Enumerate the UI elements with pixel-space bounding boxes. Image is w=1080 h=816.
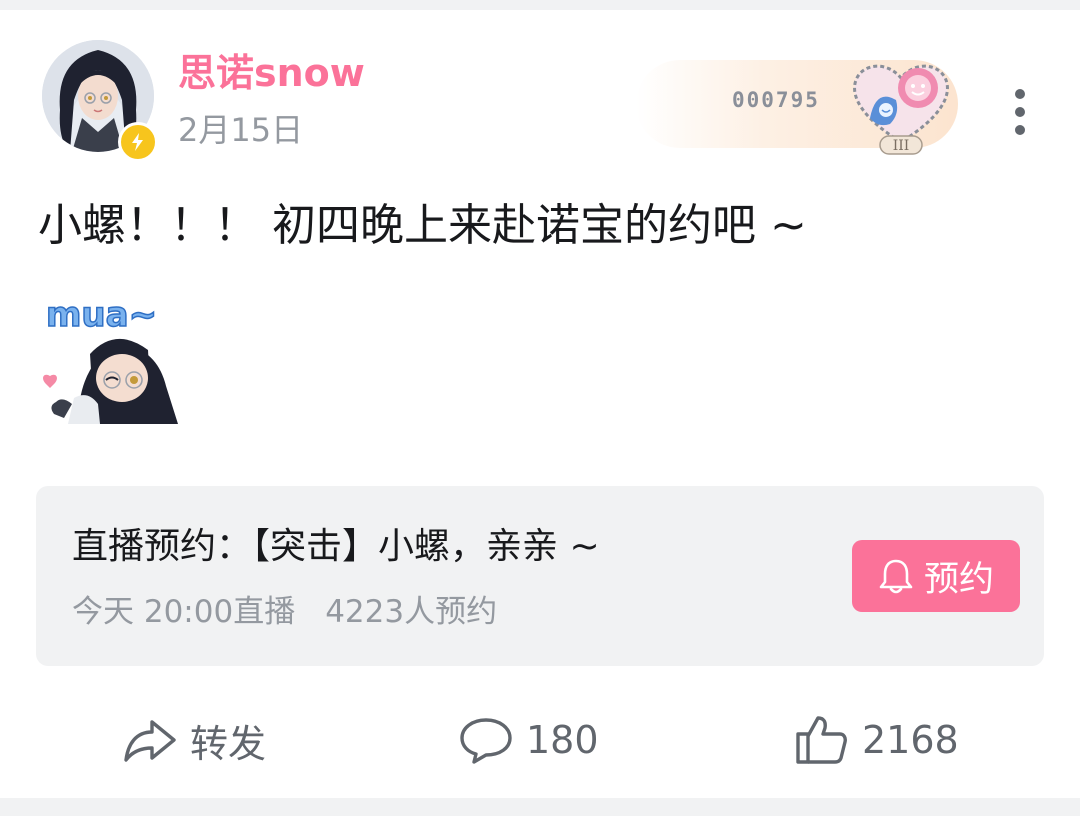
post-sticker-image[interactable]: mua~ (38, 286, 178, 424)
thumbs-up-icon (796, 716, 847, 764)
live-time: 今天 20:00直播 (72, 594, 296, 630)
live-reservation-title: 直播预约：【突击】小螺，亲亲 ~ (72, 526, 600, 567)
comment-icon (460, 718, 512, 764)
fan-medal-number: 000795 (732, 88, 820, 112)
post-action-bar: 转发 180 2168 (0, 704, 1080, 776)
reserve-button[interactable]: 预约 (852, 540, 1020, 612)
more-menu-button[interactable] (1000, 88, 1040, 140)
live-reservation-meta: 今天 20:00直播 4223人预约 (72, 592, 497, 632)
fan-medal-level: III (892, 138, 910, 154)
comment-button[interactable]: 180 (458, 704, 599, 776)
share-button[interactable]: 转发 (122, 704, 266, 776)
bell-icon (879, 559, 913, 594)
post-date: 2月15日 (178, 111, 304, 149)
share-icon (124, 720, 176, 762)
sticker-text: mua~ (46, 295, 157, 335)
post-text: 小螺！！！ 初四晚上来赴诺宝的约吧 ~ (38, 200, 807, 251)
more-vertical-icon (1015, 89, 1025, 135)
comment-count: 180 (526, 718, 599, 762)
dynamic-post-card: 思诺snow 2月15日 000795 III 小螺！！！ 初四晚上来赴诺宝的约… (0, 10, 1080, 798)
fan-medal-card[interactable]: 000795 III (636, 52, 962, 156)
like-count: 2168 (862, 718, 959, 762)
like-button[interactable]: 2168 (794, 704, 959, 776)
share-label: 转发 (190, 721, 267, 766)
verified-badge (118, 122, 158, 162)
author-name[interactable]: 思诺snow (178, 50, 365, 96)
reservation-count: 4223人预约 (325, 594, 498, 630)
lightning-icon (132, 133, 143, 151)
reserve-button-label: 预约 (923, 559, 994, 600)
live-reservation-card[interactable]: 直播预约：【突击】小螺，亲亲 ~ 今天 20:00直播 4223人预约 预约 (36, 486, 1044, 666)
